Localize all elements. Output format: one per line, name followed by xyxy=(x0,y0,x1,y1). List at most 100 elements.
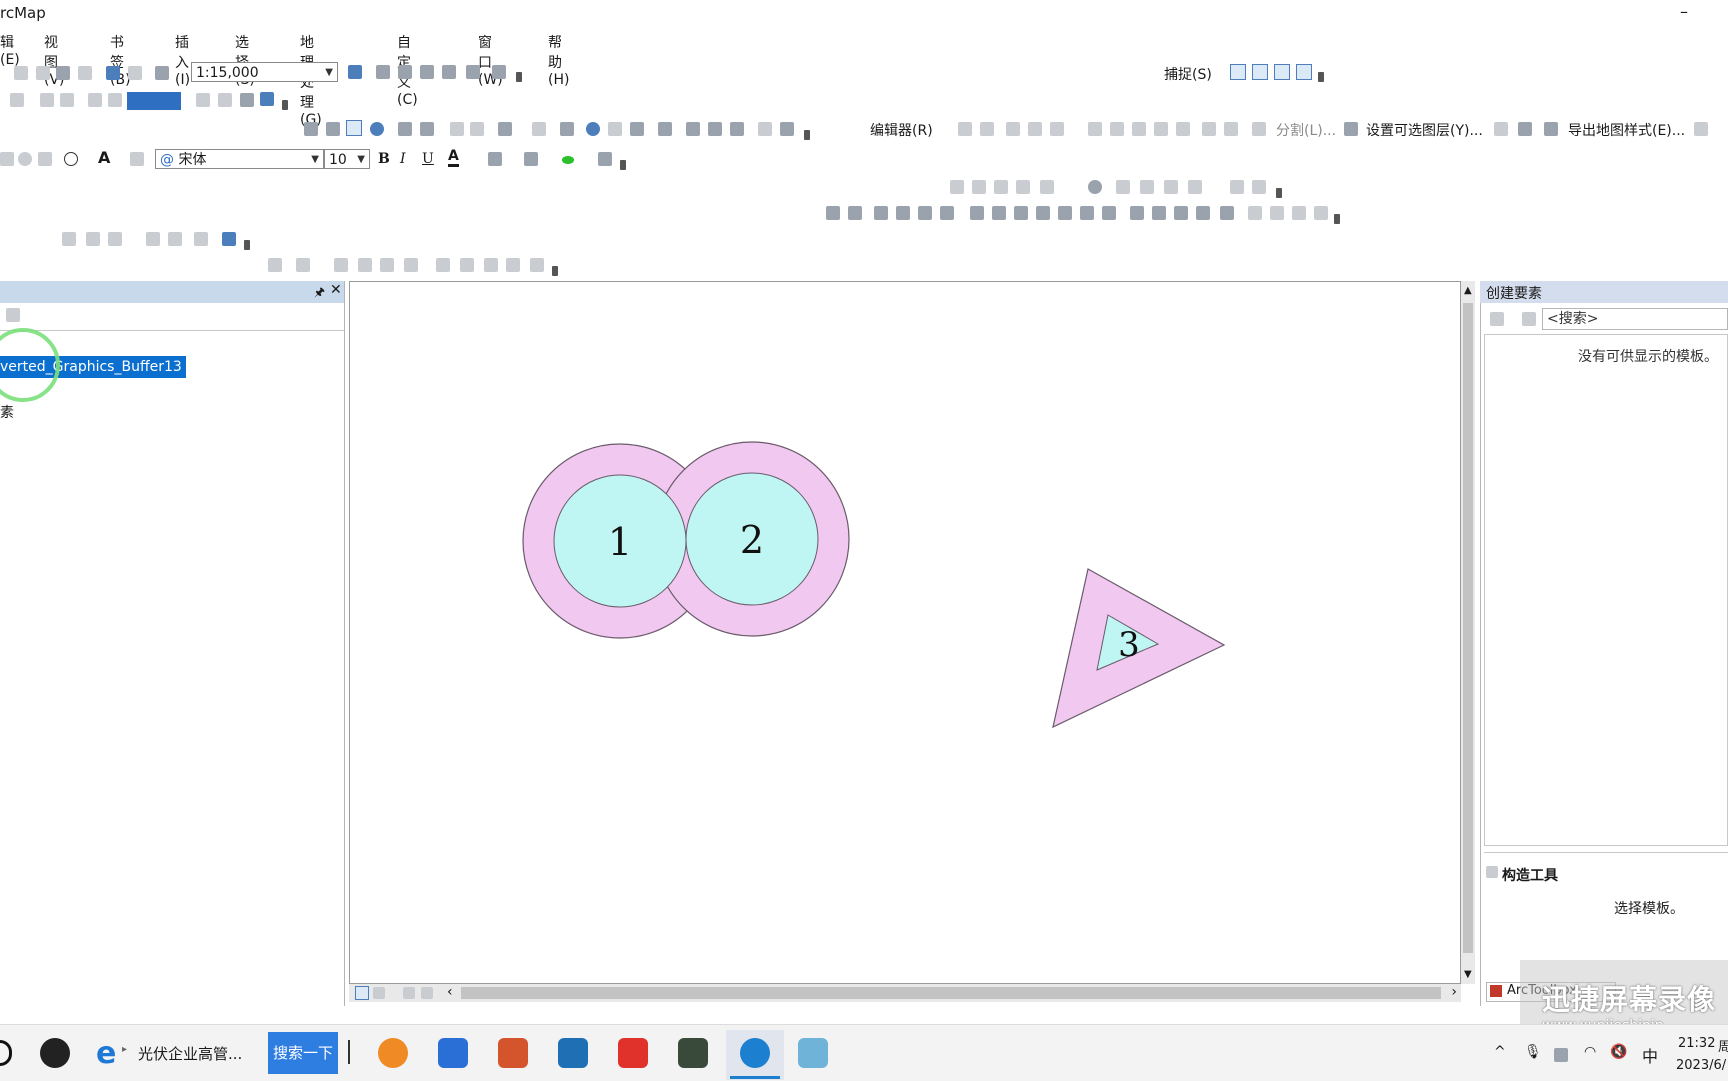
toc-window-icon[interactable] xyxy=(376,65,390,79)
georef-table-icon[interactable] xyxy=(108,232,122,246)
speaker-muted-icon[interactable]: 🔇 xyxy=(1610,1044,1627,1060)
fixed-zoom-in-icon[interactable] xyxy=(398,122,412,136)
scroll-right-icon[interactable]: › xyxy=(1451,984,1457,1000)
network-barrier-icon[interactable] xyxy=(358,258,372,272)
network-table-icon[interactable] xyxy=(530,258,544,272)
line-color-icon[interactable] xyxy=(524,152,538,166)
send-back-icon[interactable] xyxy=(896,206,910,220)
map-vertical-scrollbar[interactable]: ▲ ▼ xyxy=(1461,281,1475,984)
topology-validate-icon[interactable] xyxy=(1040,180,1054,194)
select-elements-icon[interactable] xyxy=(560,122,574,136)
network-misc-icon[interactable] xyxy=(506,258,520,272)
flip-h-icon[interactable] xyxy=(1292,206,1306,220)
split-tool-icon[interactable] xyxy=(1154,122,1168,136)
topology-settings-icon[interactable] xyxy=(1252,180,1266,194)
network-solve-icon[interactable] xyxy=(404,258,418,272)
blender-icon[interactable] xyxy=(378,1038,408,1068)
fill-color-icon[interactable] xyxy=(488,152,502,166)
snap-menu[interactable]: 捕捉(S) xyxy=(1164,64,1212,84)
font-size-combo[interactable]: 10 ▼ xyxy=(324,149,370,169)
find-icon[interactable] xyxy=(686,122,700,136)
zoom-in-icon[interactable] xyxy=(304,122,318,136)
layout-next-icon[interactable] xyxy=(108,93,122,107)
editor-menu[interactable]: 编辑器(R) xyxy=(870,120,933,140)
distribute-h-icon[interactable] xyxy=(1102,206,1116,220)
layout-prev-icon[interactable] xyxy=(88,93,102,107)
box-app-icon[interactable] xyxy=(498,1038,528,1068)
menu-windows[interactable]: 窗口(W) xyxy=(478,32,503,88)
copy-icon[interactable] xyxy=(36,66,50,80)
html-popup-icon[interactable] xyxy=(630,122,644,136)
shield-app-icon[interactable] xyxy=(438,1038,468,1068)
layout-view-icon[interactable] xyxy=(373,987,385,999)
georef-fit-icon[interactable] xyxy=(194,232,208,246)
pause-icon[interactable] xyxy=(421,987,433,999)
make-same-height-icon[interactable] xyxy=(1196,206,1210,220)
hammer-icon[interactable] xyxy=(1344,122,1358,136)
identify-icon[interactable] xyxy=(586,122,600,136)
undo-icon[interactable] xyxy=(222,232,236,246)
organize-templates-icon[interactable] xyxy=(1490,312,1504,326)
align-center-icon[interactable] xyxy=(992,206,1006,220)
microphone-icon[interactable]: 🎙 xyxy=(1524,1044,1542,1060)
reshape-icon[interactable] xyxy=(1110,122,1124,136)
fix-topology-icon[interactable] xyxy=(1116,180,1130,194)
network-flag-icon[interactable] xyxy=(296,258,310,272)
tray-expand-icon[interactable]: ^ xyxy=(1494,1044,1506,1060)
minimize-button[interactable]: – xyxy=(1680,2,1688,21)
bring-forward-icon[interactable] xyxy=(918,206,932,220)
select-features-icon[interactable] xyxy=(498,122,512,136)
align-right-icon[interactable] xyxy=(1014,206,1028,220)
redo-icon[interactable] xyxy=(128,66,142,80)
cut-icon[interactable] xyxy=(14,66,28,80)
toolbar-grip[interactable] xyxy=(552,266,558,276)
data-view-icon[interactable] xyxy=(355,986,369,1000)
toolbar-extra-icon[interactable] xyxy=(1694,122,1708,136)
wps-icon[interactable] xyxy=(618,1038,648,1068)
menu-help[interactable]: 帮助(H) xyxy=(548,32,569,88)
clear-selection-icon[interactable] xyxy=(532,122,546,136)
zoom-to-elements-icon[interactable] xyxy=(38,152,52,166)
toolbar-grip[interactable] xyxy=(804,130,810,140)
go-forward-icon[interactable] xyxy=(470,122,484,136)
align-top-icon[interactable] xyxy=(1036,206,1050,220)
browser-tab-title[interactable]: 光伏企业高管... xyxy=(138,1043,242,1064)
topology-edit-icon[interactable] xyxy=(972,180,986,194)
layer-icon[interactable] xyxy=(1494,122,1508,136)
straight-segment-icon[interactable] xyxy=(1006,122,1020,136)
list-by-drawing-order-icon[interactable] xyxy=(6,308,20,322)
point-snap-icon[interactable] xyxy=(1230,64,1246,80)
georef-update-icon[interactable] xyxy=(146,232,160,246)
end-snap-icon[interactable] xyxy=(1252,64,1268,80)
measure-icon[interactable] xyxy=(658,122,672,136)
wifi-icon[interactable]: ◠ xyxy=(1584,1044,1596,1060)
topology-align-icon[interactable] xyxy=(1016,180,1030,194)
bring-front-icon[interactable] xyxy=(874,206,888,220)
pan-icon[interactable] xyxy=(346,120,362,136)
go-back-icon[interactable] xyxy=(450,122,464,136)
delete-icon[interactable] xyxy=(78,66,92,80)
edit-vertices-icon[interactable] xyxy=(130,152,144,166)
make-same-size-icon[interactable] xyxy=(1152,206,1166,220)
goto-xy-icon[interactable] xyxy=(730,122,744,136)
scroll-left-icon[interactable]: ‹ xyxy=(447,984,453,1000)
focus-dataframe-icon[interactable] xyxy=(218,93,232,107)
scroll-up-icon[interactable]: ▲ xyxy=(1464,285,1472,296)
toggle-draft-icon[interactable] xyxy=(196,93,210,107)
network-clear-icon[interactable] xyxy=(380,258,394,272)
georef-link-icon[interactable] xyxy=(62,232,76,246)
toolbar-grip[interactable] xyxy=(244,240,250,250)
edit-vertices-icon[interactable] xyxy=(1088,122,1102,136)
map-scale-combo[interactable]: 1:15,000 ▼ xyxy=(191,62,338,82)
layout-zoom-icon[interactable] xyxy=(10,93,24,107)
sketch-properties-icon[interactable] xyxy=(1224,122,1238,136)
attributes-icon[interactable] xyxy=(1202,122,1216,136)
circle-shape-icon[interactable] xyxy=(64,152,78,166)
catalog-window-icon[interactable] xyxy=(398,65,412,79)
toolbar-grip[interactable] xyxy=(620,160,626,170)
hammer-icon[interactable] xyxy=(598,152,612,166)
rotate-right-icon[interactable] xyxy=(1270,206,1284,220)
template-search-input[interactable]: <搜索> xyxy=(1542,308,1728,330)
measure-tool-icon[interactable] xyxy=(1518,122,1532,136)
template-properties-icon[interactable] xyxy=(1522,312,1536,326)
